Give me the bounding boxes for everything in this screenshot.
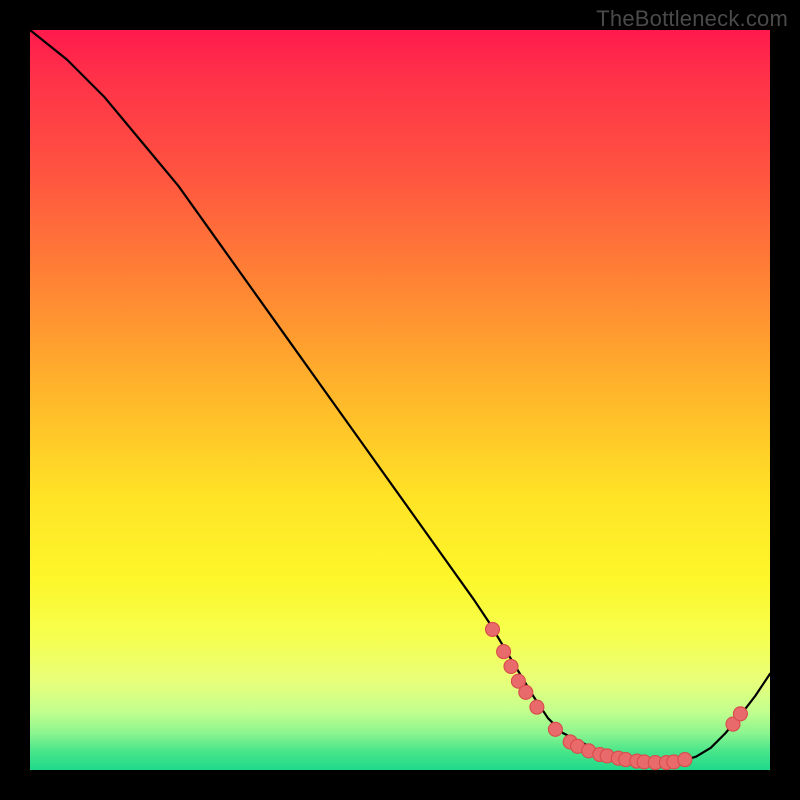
data-point [548,722,562,736]
data-point [678,753,692,767]
data-point [486,622,500,636]
data-point [733,707,747,721]
watermark-text: TheBottleneck.com [596,6,788,32]
data-point [519,685,533,699]
chart-svg [30,30,770,770]
data-points [486,622,748,769]
data-point [530,700,544,714]
data-point [497,645,511,659]
plot-area [30,30,770,770]
data-point [504,659,518,673]
curve-line [30,30,770,763]
chart-frame: TheBottleneck.com [0,0,800,800]
